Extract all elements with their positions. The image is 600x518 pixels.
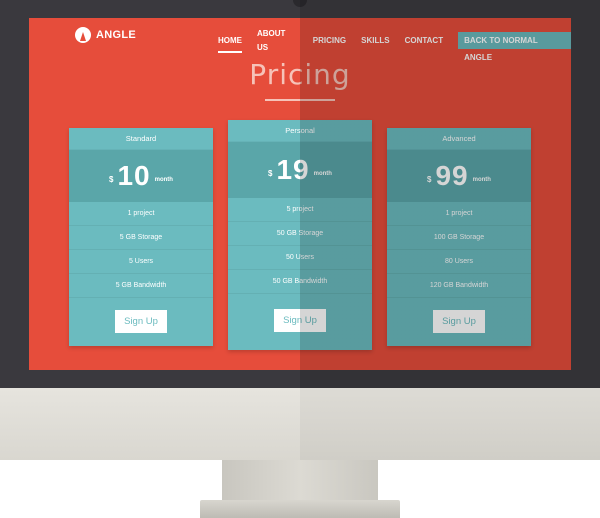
plan-name: Standard [69,128,213,150]
navbar: ANGLE HOME ABOUT US PRICING SKILLS CONTA… [29,18,571,62]
monitor-stand-base [200,500,400,518]
feature-item: 5 GB Bandwidth [69,274,213,298]
price-amount: 10 [117,160,151,191]
monitor-screen: ANGLE HOME ABOUT US PRICING SKILLS CONTA… [29,18,571,370]
feature-item: 120 GB Bandwidth [387,274,531,298]
nav-item-about-us[interactable]: ABOUT US [257,27,298,55]
pricing-card-personal: Personal $ 19 month 5 project 50 GB Stor… [228,120,372,350]
section-title: Pricing [249,58,351,91]
back-to-normal-angle-button[interactable]: BACK TO NORMAL ANGLE [458,32,571,62]
feature-item: 100 GB Storage [387,226,531,250]
feature-item: 50 GB Bandwidth [228,270,372,294]
angle-logo-icon [75,27,91,43]
feature-item: 50 Users [228,246,372,270]
plan-price: $ 99 month [387,150,531,202]
signup-area: Sign Up [69,298,213,344]
feature-item: 50 GB Storage [228,222,372,246]
brand-logo[interactable]: ANGLE [75,27,136,43]
title-underline [265,99,335,101]
nav-item-home[interactable]: HOME [218,34,242,53]
price-period: month [154,177,173,183]
feature-item: 5 project [228,198,372,222]
feature-item: 5 Users [69,250,213,274]
plan-name: Advanced [387,128,531,150]
feature-item: 1 project [387,202,531,226]
price-currency: $ [109,174,114,184]
nav-item-pricing[interactable]: PRICING [313,34,346,48]
nav-item-skills[interactable]: SKILLS [361,34,389,48]
signup-area: Sign Up [228,294,372,346]
price-currency: $ [427,174,432,184]
plan-price: $ 19 month [228,142,372,198]
plan-name: Personal [228,120,372,142]
pricing-card-advanced: Advanced $ 99 month 1 project 100 GB Sto… [387,128,531,346]
sign-up-button-advanced[interactable]: Sign Up [433,309,485,333]
price-amount: 19 [276,154,310,185]
sign-up-button-standard[interactable]: Sign Up [115,309,167,333]
pricing-card-standard: Standard $ 10 month 1 project 5 GB Stora… [69,128,213,346]
price-currency: $ [268,168,273,178]
feature-item: 5 GB Storage [69,226,213,250]
monitor-chin [0,388,600,460]
signup-area: Sign Up [387,298,531,344]
price-amount: 99 [435,160,469,191]
nav-menu: HOME ABOUT US PRICING SKILLS CONTACT BAC… [218,27,571,62]
feature-item: 80 Users [387,250,531,274]
sign-up-button-personal[interactable]: Sign Up [274,308,326,332]
feature-item: 1 project [69,202,213,226]
price-period: month [472,177,491,183]
nav-item-contact[interactable]: CONTACT [405,34,444,48]
price-period: month [313,171,332,177]
brand-name: ANGLE [96,29,136,41]
plan-price: $ 10 month [69,150,213,202]
